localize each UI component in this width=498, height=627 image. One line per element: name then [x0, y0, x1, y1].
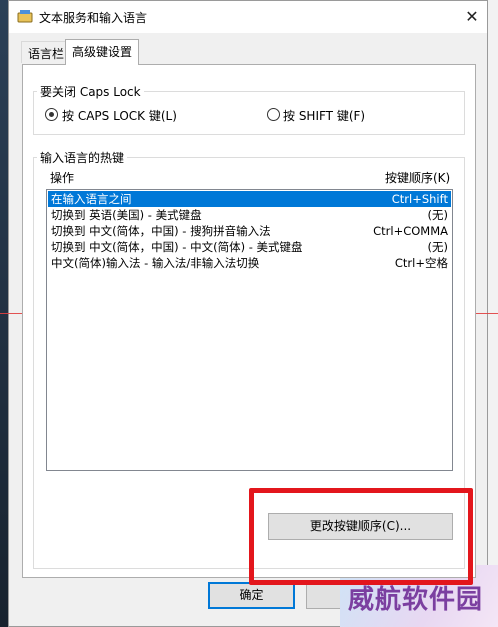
change-key-sequence-button[interactable]: 更改按键顺序(C)... [268, 513, 453, 540]
list-item[interactable]: 切换到 中文(简体，中国) - 搜狗拼音输入法 Ctrl+COMMA [48, 223, 451, 239]
ok-button[interactable]: 确定 [208, 582, 295, 609]
window-title: 文本服务和输入语言 [39, 11, 148, 25]
close-icon[interactable]: ✕ [459, 5, 485, 29]
list-item[interactable]: 在输入语言之间 Ctrl+Shift [48, 191, 451, 207]
tab-language-bar[interactable]: 语言栏 [21, 41, 72, 63]
shift-radio[interactable] [267, 108, 280, 121]
column-header-action: 操作 [50, 171, 75, 185]
shift-radio-label[interactable]: 按 SHIFT 键(F) [283, 107, 365, 124]
caps-lock-legend: 要关闭 Caps Lock [37, 83, 144, 100]
list-item[interactable]: 切换到 中文(简体，中国) - 中文(简体) - 美式键盘 (无) [48, 239, 451, 255]
keyboard-app-icon [17, 10, 33, 23]
text-services-dialog: 文本服务和输入语言 ✕ 语言栏 高级键设置 要关闭 Caps Lock 按 CA… [8, 0, 488, 627]
title-bar: 文本服务和输入语言 ✕ [9, 1, 487, 33]
hotkeys-legend: 输入语言的热键 [37, 149, 128, 166]
hotkeys-list[interactable]: 在输入语言之间 Ctrl+Shift 切换到 英语(美国) - 美式键盘 (无)… [46, 189, 453, 471]
list-item[interactable]: 切换到 英语(美国) - 美式键盘 (无) [48, 207, 451, 223]
caps-lock-radio[interactable] [45, 108, 58, 121]
column-header-key-sequence: 按键顺序(K) [385, 171, 451, 185]
caps-lock-radio-label[interactable]: 按 CAPS LOCK 键(L) [62, 107, 177, 124]
list-item[interactable]: 中文(简体)输入法 - 输入法/非输入法切换 Ctrl+空格 [48, 255, 451, 271]
tab-advanced-key-settings[interactable]: 高级键设置 [65, 39, 140, 65]
advanced-key-settings-panel: 要关闭 Caps Lock 按 CAPS LOCK 键(L) 按 SHIFT 键… [22, 64, 476, 585]
